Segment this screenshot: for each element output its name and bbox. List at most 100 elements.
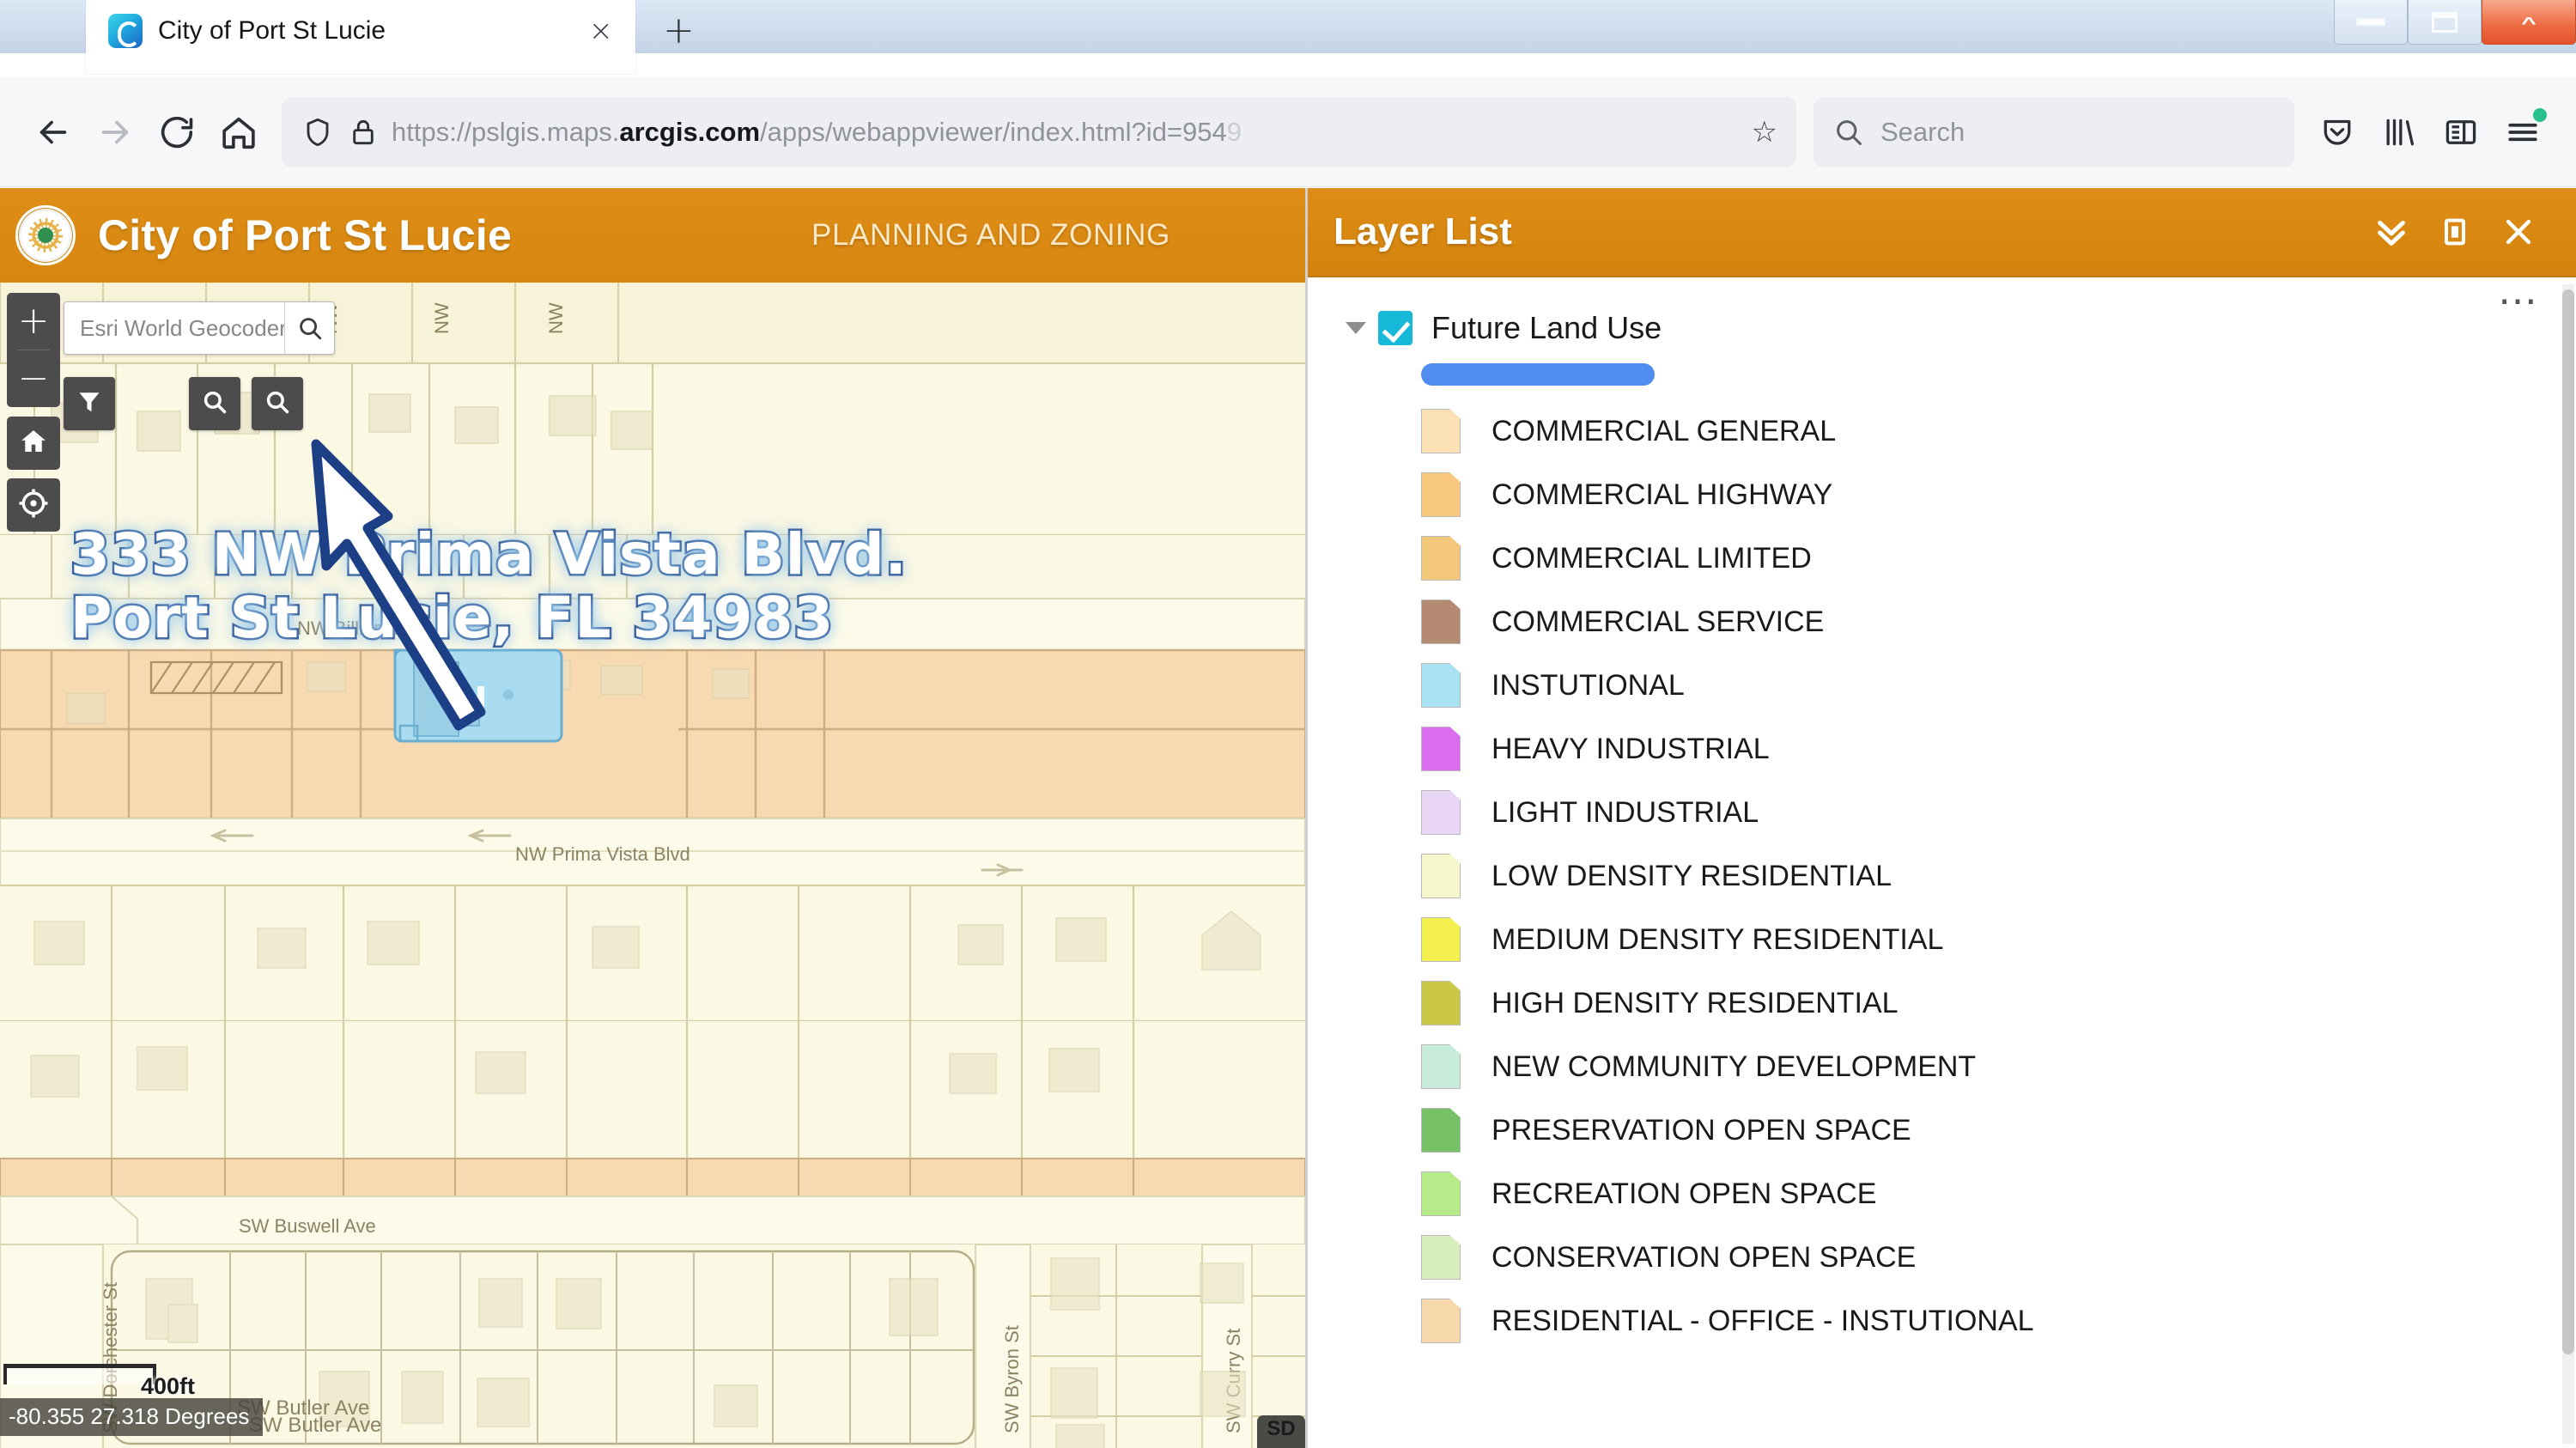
search-widget-button-1[interactable] [189, 377, 240, 430]
browser-toolbar-icons [2306, 101, 2554, 163]
geocoder-search-box[interactable]: Esri World Geocoder [64, 301, 335, 355]
legend-swatch [1421, 727, 1461, 771]
browser-tab[interactable]: City of Port St Lucie × [86, 0, 635, 74]
legend-swatch [1421, 1171, 1461, 1216]
minimize-icon [2356, 18, 2385, 26]
address-line-2: Port St Lucie, FL 34983 [68, 584, 835, 652]
legend-item[interactable]: COMMERCIAL SERVICE [1421, 590, 2576, 654]
legend-item[interactable]: NEW COMMUNITY DEVELOPMENT [1421, 1035, 2576, 1098]
filter-icon [76, 389, 102, 419]
legend-item[interactable]: MEDIUM DENSITY RESIDENTIAL [1421, 908, 2576, 971]
new-tab-button[interactable]: + [663, 12, 695, 50]
legend-swatch [1421, 981, 1461, 1025]
tab-close-icon[interactable]: × [589, 16, 614, 46]
tab-title: City of Port St Lucie [158, 16, 386, 45]
legend-swatch [1421, 599, 1461, 644]
layer-group-future-land-use[interactable]: Future Land Use ⋯ [1308, 281, 2576, 355]
legend-swatch [1421, 472, 1461, 517]
legend-item[interactable]: COMMERCIAL LIMITED [1421, 526, 2576, 590]
legend-label: COMMERCIAL SERVICE [1492, 605, 1825, 638]
legend-label: NEW COMMUNITY DEVELOPMENT [1492, 1049, 1977, 1083]
filter-widget-button[interactable] [64, 377, 115, 430]
my-location-button[interactable] [7, 478, 60, 532]
pocket-save-icon[interactable] [2306, 101, 2368, 163]
legend-swatch [1421, 409, 1461, 453]
sidebar-icon[interactable] [2430, 101, 2492, 163]
library-icon[interactable] [2368, 101, 2430, 163]
legend-item[interactable]: PRESERVATION OPEN SPACE [1421, 1098, 2576, 1162]
legend-item[interactable]: RESIDENTIAL - OFFICE - INSTUTIONAL [1421, 1289, 2576, 1353]
zoom-out-button[interactable]: − [7, 350, 60, 407]
arcgis-favicon [108, 14, 143, 48]
dock-panel-button[interactable] [2423, 200, 2487, 264]
app-header: City of Port St Lucie PLANNING AND ZONIN… [0, 188, 1305, 283]
legend-label: COMMERCIAL LIMITED [1492, 541, 1812, 575]
home-button[interactable] [208, 101, 270, 163]
geocoder-search-button[interactable] [284, 302, 334, 354]
map-coordinates-readout: -80.355 27.318 Degrees [0, 1398, 264, 1436]
legend-item[interactable]: CONSERVATION OPEN SPACE [1421, 1226, 2576, 1289]
map-canvas: NW NW NW NW Billiar Ave [0, 283, 1305, 1448]
browser-search-box[interactable]: Search [1814, 96, 2294, 167]
legend-swatch [1421, 1044, 1461, 1089]
url-text: https://pslgis.maps.arcgis.com/apps/weba… [392, 116, 1242, 147]
reload-button[interactable] [146, 101, 208, 163]
legend-swatch [1421, 790, 1461, 835]
close-panel-button[interactable] [2487, 200, 2550, 264]
window-maximize-button[interactable] [2408, 0, 2482, 45]
layer-options-ellipsis-icon[interactable]: ⋯ [2498, 281, 2540, 319]
street-label: NW Prima Vista Blvd [515, 843, 690, 865]
zoom-in-button[interactable]: + [7, 293, 60, 350]
legend-swatch [1421, 917, 1461, 962]
search-widget-button-2[interactable] [252, 377, 303, 430]
geocoder-input[interactable]: Esri World Geocoder [64, 315, 284, 342]
legend-label: INSTUTIONAL [1492, 668, 1685, 702]
legend-label: HEAVY INDUSTRIAL [1492, 732, 1770, 765]
window-controls: ^ [2334, 0, 2576, 48]
maximize-icon [2432, 11, 2458, 33]
back-button[interactable] [22, 101, 84, 163]
legend-label: PRESERVATION OPEN SPACE [1492, 1113, 1911, 1147]
zoom-controls: + − [7, 293, 60, 407]
legend-swatch [1421, 854, 1461, 898]
url-bar[interactable]: https://pslgis.maps.arcgis.com/apps/weba… [282, 96, 1796, 167]
map-corner-widget[interactable]: SD [1257, 1415, 1305, 1448]
search-icon [1832, 116, 1865, 149]
tracking-protection-shield-icon[interactable] [301, 115, 335, 149]
forward-button[interactable] [84, 101, 146, 163]
app-title: City of Port St Lucie [98, 211, 513, 259]
legend-swatch [1421, 536, 1461, 581]
panel-title: Layer List [1334, 210, 1512, 252]
legend-label: MEDIUM DENSITY RESIDENTIAL [1492, 922, 1944, 956]
layer-visibility-checkbox[interactable] [1378, 311, 1413, 345]
street-label: SW Byron St [1001, 1325, 1023, 1433]
legend-item[interactable]: RECREATION OPEN SPACE [1421, 1162, 2576, 1226]
legend-item[interactable]: LIGHT INDUSTRIAL [1421, 781, 2576, 844]
map-viewport[interactable]: NW NW NW NW Billiar Ave [0, 283, 1305, 1448]
panel-scrollbar-thumb[interactable] [2562, 289, 2574, 1354]
address-annotation: 333 NW Prima Vista Blvd. Port St Lucie, … [68, 520, 908, 652]
search-placeholder: Search [1880, 116, 1965, 147]
chevron-down-icon[interactable] [1346, 322, 1366, 334]
legend-item[interactable]: HIGH DENSITY RESIDENTIAL [1421, 971, 2576, 1035]
window-minimize-button[interactable] [2334, 0, 2408, 45]
legend-label: CONSERVATION OPEN SPACE [1492, 1240, 1917, 1274]
home-extent-button[interactable] [7, 417, 60, 470]
legend-label: HIGH DENSITY RESIDENTIAL [1492, 986, 1899, 1019]
legend-swatch [1421, 1235, 1461, 1280]
legend-item[interactable]: LOW DENSITY RESIDENTIAL [1421, 844, 2576, 908]
app-subtitle: PLANNING AND ZONING [811, 218, 1170, 252]
legend-item[interactable]: COMMERCIAL GENERAL [1421, 399, 2576, 463]
padlock-icon[interactable] [347, 116, 380, 149]
legend-swatch [1421, 1108, 1461, 1153]
legend-item[interactable]: INSTUTIONAL [1421, 654, 2576, 717]
app-menu-icon[interactable] [2492, 101, 2554, 163]
legend-item[interactable]: HEAVY INDUSTRIAL [1421, 717, 2576, 781]
legend-item[interactable]: COMMERCIAL HIGHWAY [1421, 463, 2576, 526]
star-icon[interactable]: ☆ [1752, 118, 1777, 147]
city-seal-logo [15, 205, 76, 265]
layer-list-panel: Layer List Future Land Use ⋯ COMMERCIAL … [1305, 188, 2576, 1448]
collapse-all-button[interactable] [2360, 200, 2423, 264]
search-icon [264, 388, 291, 420]
window-close-button[interactable]: ^ [2482, 0, 2576, 45]
